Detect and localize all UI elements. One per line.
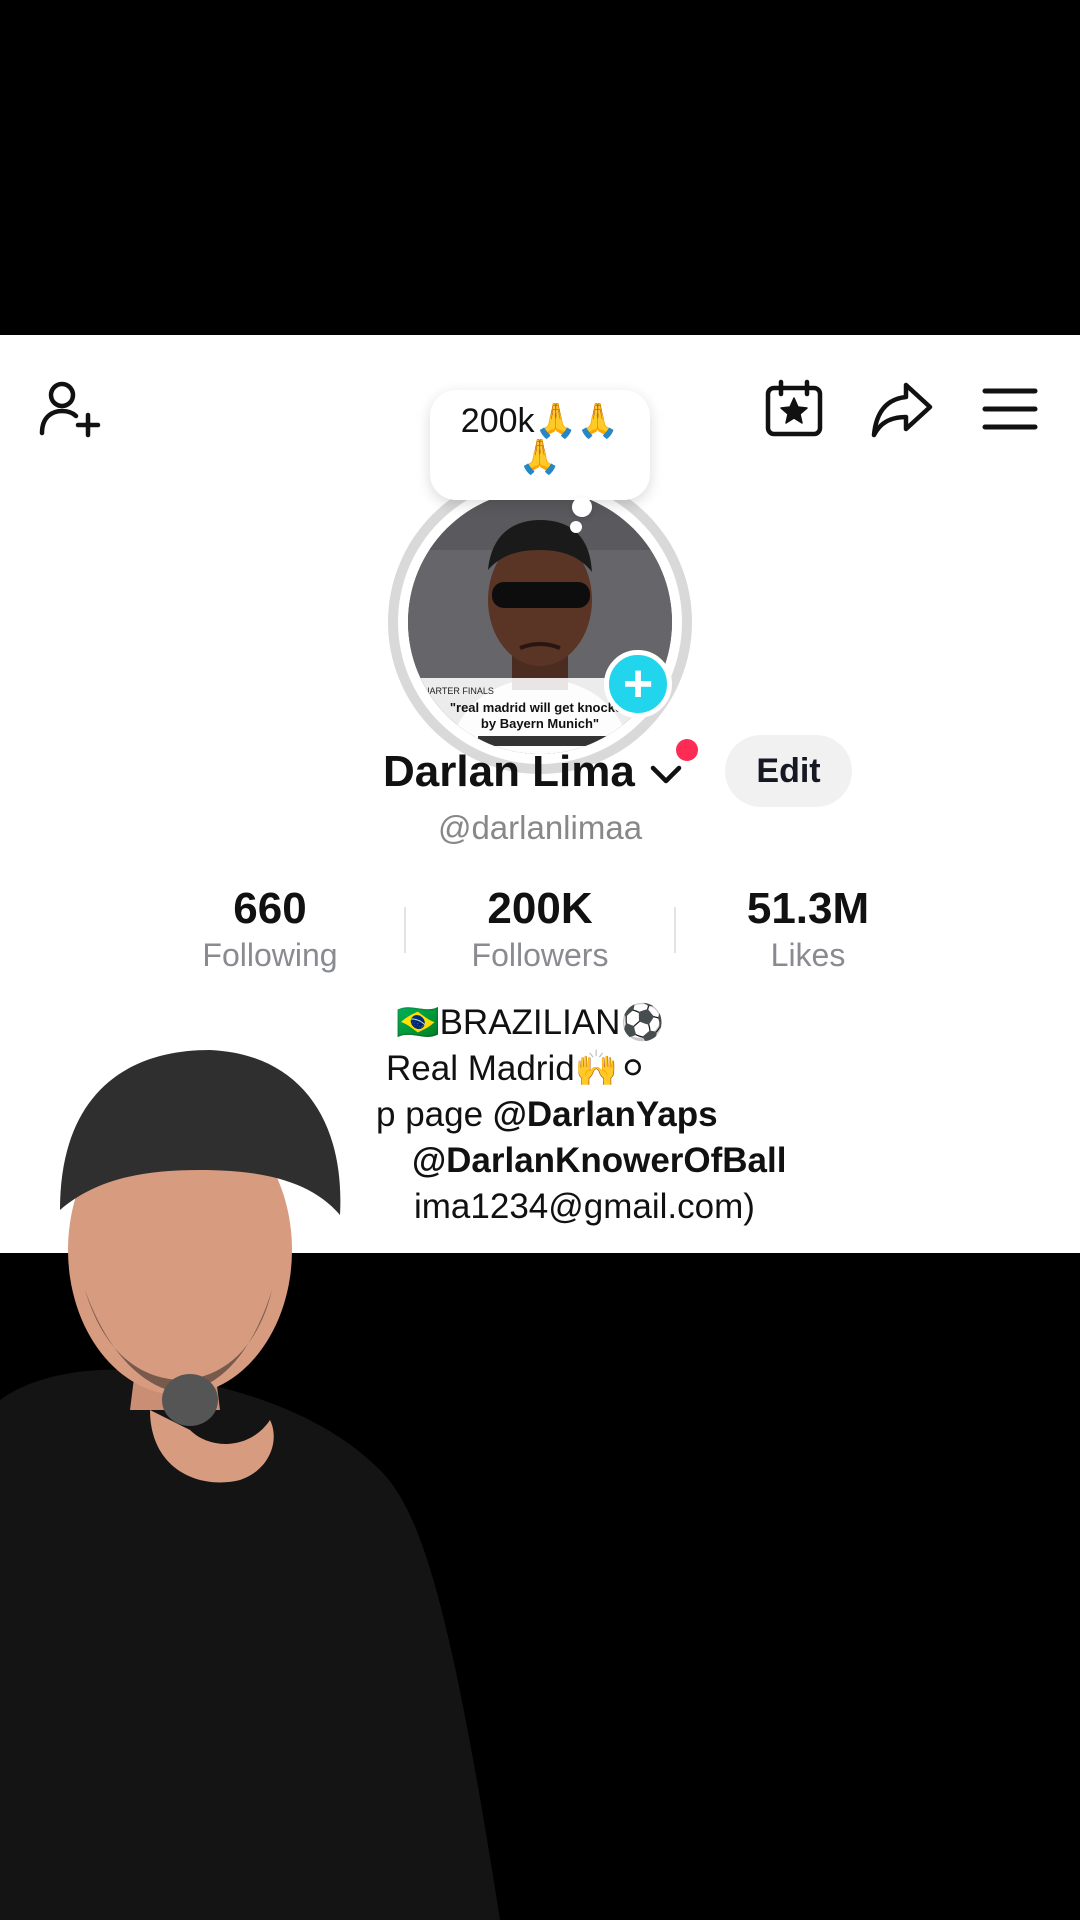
svg-text:"real madrid will get knocked: "real madrid will get knocked: [450, 700, 630, 715]
note-text: 200k🙏🙏🙏: [460, 402, 620, 476]
stat-followers[interactable]: 200K Followers: [405, 884, 675, 974]
avatar-ring: QUARTER FINALS "real madrid will get kno…: [388, 470, 692, 774]
stat-likes[interactable]: 51.3M Likes: [673, 884, 943, 974]
letterbox-top: [0, 0, 1080, 335]
svg-text:by Bayern Munich": by Bayern Munich": [481, 716, 599, 731]
stat-value: 51.3M: [746, 884, 870, 933]
add-friend-icon: [39, 381, 101, 438]
bio-mention-link[interactable]: @DarlanYaps: [493, 1095, 718, 1134]
menu-icon: [982, 388, 1038, 430]
menu-button[interactable]: [974, 373, 1046, 445]
stat-label: Following: [202, 937, 338, 974]
add-friend-button[interactable]: [34, 373, 106, 445]
stat-label: Likes: [770, 937, 846, 974]
svg-text:QUARTER FINALS: QUARTER FINALS: [416, 686, 494, 696]
note-bubble-tail: [572, 497, 592, 517]
note-bubble-tail-dot: [570, 521, 582, 533]
stat-value: 660: [233, 884, 307, 933]
display-name[interactable]: Darlan Lima: [383, 747, 635, 797]
plus-icon: +: [622, 655, 654, 713]
stat-following[interactable]: 660 Following: [135, 884, 405, 974]
stat-value: 200K: [487, 884, 593, 933]
calendar-star-icon: [765, 379, 823, 437]
chevron-down-icon[interactable]: [648, 763, 684, 787]
stat-label: Followers: [471, 937, 609, 974]
notification-dot: [676, 739, 698, 761]
creator-overlay: [0, 1040, 520, 1920]
share-icon: [871, 382, 933, 438]
name-row: Darlan Lima: [0, 735, 1080, 815]
edit-profile-button[interactable]: Edit: [725, 735, 852, 807]
add-story-button[interactable]: +: [604, 650, 672, 718]
note-bubble[interactable]: 200k🙏🙏🙏: [430, 390, 650, 500]
username: @darlanlimaa: [437, 809, 643, 846]
share-button[interactable]: [866, 373, 938, 445]
calendar-button[interactable]: [758, 373, 830, 445]
